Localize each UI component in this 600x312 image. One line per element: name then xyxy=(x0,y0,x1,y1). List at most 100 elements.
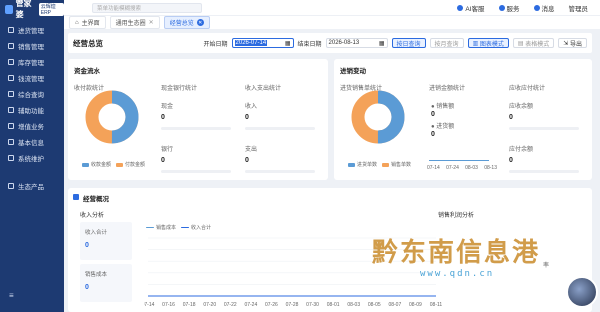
sidebar: 管家婆 云辉煌ERP 进货管理 销售管理 库存管理 钱流管理 综合查询 辅助功能… xyxy=(0,0,64,312)
calendar-icon: ▦ xyxy=(378,40,385,47)
message-label: 消息 xyxy=(541,5,555,13)
close-icon[interactable]: ✕ xyxy=(196,19,204,26)
sidebar-item-value-added[interactable]: 增值业务 xyxy=(0,118,64,134)
legend-income-total: 收入合计 xyxy=(181,224,211,231)
page-title: 经营总览 xyxy=(73,38,103,48)
bank-label: 银行 xyxy=(161,147,174,153)
chart-mode-button[interactable]: ▥ 图表模式 xyxy=(467,38,509,48)
sidebar-item-sales[interactable]: 销售管理 xyxy=(0,38,64,54)
ar-title: 应收应付统计 xyxy=(509,86,546,92)
end-date-input[interactable]: 2026-08-13 ▦ xyxy=(325,38,388,48)
x-tick-label: 07-26 xyxy=(265,302,278,308)
receivable-label: 应收余额 xyxy=(509,104,534,110)
x-tick-label: 07-22 xyxy=(224,302,237,308)
bank-bar xyxy=(161,170,231,173)
value-added-icon xyxy=(8,123,14,129)
sidebar-item-label: 生态产品 xyxy=(18,184,44,191)
x-tick-label: 08-05 xyxy=(368,302,381,308)
sidebar-item-ecosystem[interactable]: 生态产品 xyxy=(0,178,64,194)
sales-amount-value: 0 xyxy=(431,111,435,118)
x-tick-label: 07-14 xyxy=(144,302,155,308)
sales-cost-box: 销售成本 0 xyxy=(80,264,132,302)
ai-icon xyxy=(457,4,464,11)
search-input[interactable]: 菜单功能模糊搜索 xyxy=(92,2,202,13)
ai-service-label: AI客服 xyxy=(465,5,485,13)
sidebar-menu: 进货管理 销售管理 库存管理 钱流管理 综合查询 辅助功能 增值业务 基本信息 … xyxy=(0,22,64,194)
sidebar-item-label: 进货管理 xyxy=(18,28,44,35)
query-by-month-button[interactable]: 按月查询 xyxy=(429,38,464,48)
funds-donut-chart xyxy=(85,90,139,144)
tab-overview[interactable]: 经营总览 ✕ xyxy=(163,16,210,29)
tab-home[interactable]: ⌂ 主界面 xyxy=(69,16,106,29)
table-icon: ▤ xyxy=(517,40,524,47)
query-by-day-button[interactable]: 按日查询 xyxy=(391,38,426,48)
tab-ecosystem[interactable]: 通用生态圈 ✕ xyxy=(109,16,160,29)
sidebar-item-query[interactable]: 综合查询 xyxy=(0,86,64,102)
tab-label: 通用生态圈 xyxy=(115,21,146,27)
end-date-label: 结束日期 xyxy=(297,41,322,48)
x-tick-label: 07-20 xyxy=(203,302,216,308)
x-tick: 08-03 xyxy=(465,165,478,171)
sidebar-item-inventory[interactable]: 库存管理 xyxy=(0,54,64,70)
table-mode-button[interactable]: ▤ 表格模式 xyxy=(512,38,555,48)
x-tick-label: 08-01 xyxy=(327,302,340,308)
export-button[interactable]: ⇲ 导出 xyxy=(558,38,587,48)
sidebar-item-label: 基本信息 xyxy=(18,140,44,147)
gear-icon xyxy=(8,155,14,161)
tab-label: 主界面 xyxy=(81,21,100,27)
sidebar-item-basic-info[interactable]: 基本信息 xyxy=(0,134,64,150)
sales-card: 进销变动 进货销售单统计 进货单数 销售单数 进销金额统计 ● 销售额 0 ● … xyxy=(334,59,592,180)
expense-value: 0 xyxy=(245,157,249,164)
menu-collapse-icon[interactable]: ≡ xyxy=(9,291,14,300)
tab-label: 经营总览 xyxy=(169,21,194,27)
home-icon: ⌂ xyxy=(75,19,79,26)
sidebar-item-tools[interactable]: 辅助功能 xyxy=(0,102,64,118)
x-tick: 07-24 xyxy=(446,165,459,171)
legend-sales-amount: ● 销售额 xyxy=(431,104,455,110)
x-tick-label: 07-24 xyxy=(244,302,257,308)
profit-rate-label: 率 xyxy=(543,263,550,269)
info-icon xyxy=(8,139,14,145)
ai-service-button[interactable]: AI客服 xyxy=(457,3,485,13)
income-label: 收入 xyxy=(245,104,258,110)
x-tick: 07-14 xyxy=(427,165,440,171)
sales-cost-value: 0 xyxy=(85,284,89,291)
bank-value: 0 xyxy=(161,157,165,164)
legend-purchase-amount: ● 进货额 xyxy=(431,124,455,130)
sidebar-item-system[interactable]: 系统维护 xyxy=(0,150,64,166)
x-tick-label: 08-11 xyxy=(430,302,443,308)
export-icon: ⇲ xyxy=(563,40,569,47)
tab-bar: ⌂ 主界面 通用生态圈 ✕ 经营总览 ✕ xyxy=(64,15,600,29)
x-tick-label: 07-18 xyxy=(183,302,196,308)
receivable-value: 0 xyxy=(509,114,513,121)
floating-avatar[interactable] xyxy=(566,276,598,308)
service-button[interactable]: 服务 xyxy=(498,3,520,13)
amount-x-axis: 07-14 07-24 08-03 08-13 xyxy=(427,165,497,171)
close-icon[interactable]: ✕ xyxy=(149,19,154,26)
payable-bar xyxy=(509,170,579,173)
x-tick: 08-13 xyxy=(484,165,497,171)
start-date-value: 2026-07-14 xyxy=(234,40,268,46)
sidebar-item-label: 钱流管理 xyxy=(18,76,44,83)
cash-value: 0 xyxy=(161,114,165,121)
expense-label: 支出 xyxy=(245,147,258,153)
message-button[interactable]: 消息 xyxy=(533,3,555,13)
user-menu[interactable]: 管理员 xyxy=(569,3,589,13)
legend-sales-count: 销售单数 xyxy=(382,161,411,168)
sales-cost-label: 销售成本 xyxy=(85,272,108,278)
money-icon xyxy=(8,75,14,81)
x-tick-label: 07-28 xyxy=(286,302,299,308)
watermark-text: 黔东南信息港 xyxy=(372,238,541,268)
sidebar-item-purchase[interactable]: 进货管理 xyxy=(0,22,64,38)
sidebar-item-label: 综合查询 xyxy=(18,92,44,99)
sidebar-item-cashflow[interactable]: 钱流管理 xyxy=(0,70,64,86)
start-date-input[interactable]: 2026-07-14 ▦ xyxy=(231,38,294,48)
tools-icon xyxy=(8,107,14,113)
expense-bar xyxy=(245,170,315,173)
app-logo: 管家婆 云辉煌ERP xyxy=(0,0,64,19)
watermark: 黔东南信息港 www.qdn.cn xyxy=(372,232,540,279)
x-tick-label: 07-16 xyxy=(162,302,175,308)
cash-bank-title: 现金银行统计 xyxy=(161,86,198,92)
x-tick-label: 08-07 xyxy=(388,302,401,308)
overview-toolbar: 经营总览 开始日期 2026-07-14 ▦ 结束日期 2026-08-13 ▦ 按… xyxy=(68,33,592,53)
